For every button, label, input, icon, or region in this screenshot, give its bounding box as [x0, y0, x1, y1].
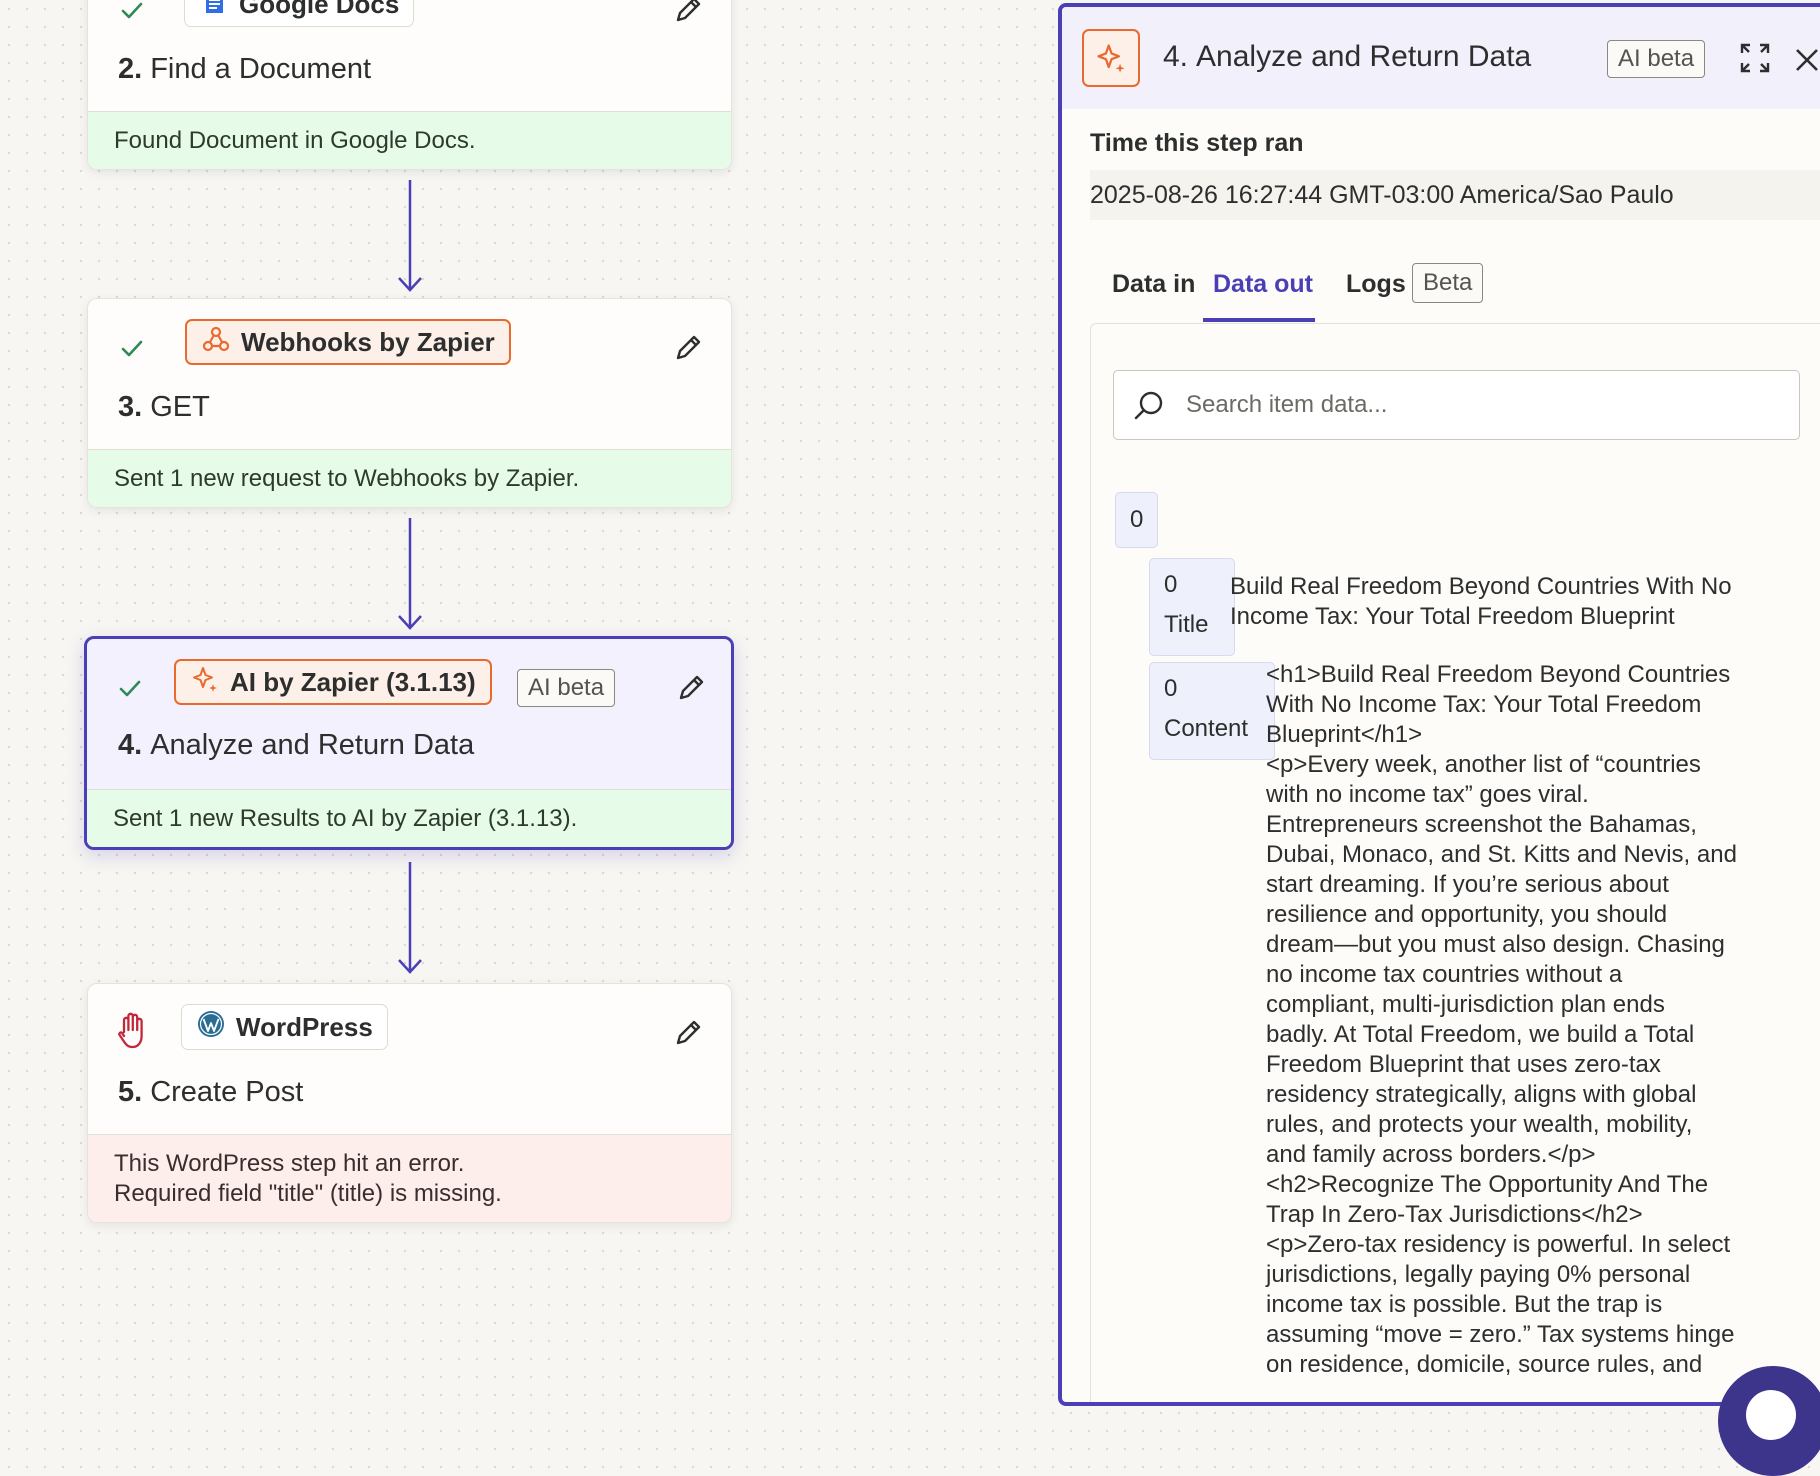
app-chip-label: Google Docs: [239, 0, 400, 19]
edit-pencil-icon[interactable]: [671, 331, 705, 365]
step-status-message: Sent 1 new Results to AI by Zapier (3.1.…: [87, 789, 731, 847]
success-check-icon: [118, 0, 146, 25]
step-card-find-document[interactable]: Google Docs 2. Find a Document Found Docu…: [87, 0, 732, 170]
step-name: Find a Document: [150, 53, 372, 85]
step-error-message: This WordPress step hit an error. Requir…: [88, 1134, 731, 1222]
app-chip-label: AI by Zapier (3.1.13): [230, 666, 476, 697]
search-item-data-input[interactable]: [1184, 371, 1788, 439]
step-title: 3. GET: [118, 391, 210, 424]
connector-arrow: [395, 518, 425, 633]
step-card-create-post[interactable]: WordPress 5. Create Post This WordPress s…: [87, 983, 732, 1223]
connector-arrow: [395, 862, 425, 977]
step-title: 5. Create Post: [118, 1076, 303, 1109]
step-number: 2.: [118, 53, 143, 85]
field-key-content[interactable]: 0 Content: [1149, 662, 1275, 760]
field-key: Content: [1164, 715, 1249, 742]
step-status-message: Found Document in Google Docs.: [88, 111, 731, 169]
ai-sparkle-icon: [190, 664, 220, 701]
step-name: Create Post: [150, 1076, 304, 1108]
ai-beta-badge: AI beta: [517, 669, 616, 707]
step-name: GET: [150, 391, 210, 423]
time-ran-value: 2025-08-26 16:27:44 GMT-03:00 America/Sa…: [1090, 170, 1820, 220]
status-text: Sent 1 new request to Webhooks by Zapier…: [114, 464, 580, 492]
stop-hand-icon: [116, 1010, 150, 1050]
app-chip-webhooks[interactable]: Webhooks by Zapier: [185, 319, 511, 365]
data-out-content: 0 0 Title Build Real Freedom Beyond Coun…: [1090, 323, 1820, 1402]
panel-tabs: Data in Data out Logs Beta: [1090, 262, 1820, 322]
wordpress-icon: [196, 1009, 226, 1046]
field-value-title: Build Real Freedom Beyond Countries With…: [1230, 573, 1732, 630]
status-text: Sent 1 new Results to AI by Zapier (3.1.…: [113, 804, 578, 832]
step-title: 2. Find a Document: [118, 53, 371, 86]
connector-arrow: [395, 180, 425, 295]
field-value-content: <h1>Build Real Freedom Beyond Countries …: [1266, 661, 1737, 1378]
app-chip-label: Webhooks by Zapier: [241, 326, 495, 357]
field-index: 0: [1164, 571, 1178, 598]
logs-beta-badge: Beta: [1412, 263, 1484, 303]
tab-logs[interactable]: Logs: [1346, 270, 1406, 299]
close-icon[interactable]: [1794, 47, 1820, 73]
success-check-icon: [118, 335, 146, 363]
step-name: Analyze and Return Data: [150, 729, 475, 761]
field-index: 0: [1164, 675, 1178, 702]
root-index-chip[interactable]: 0: [1115, 492, 1159, 548]
panel-title: 4. Analyze and Return Data: [1163, 40, 1531, 74]
expand-icon[interactable]: [1738, 41, 1772, 75]
tab-data-in[interactable]: Data in: [1112, 270, 1195, 299]
ai-sparkle-icon: [1082, 29, 1140, 87]
ai-beta-badge: AI beta: [1607, 40, 1706, 78]
search-box[interactable]: [1113, 370, 1800, 440]
time-ran-label: Time this step ran: [1090, 129, 1304, 157]
search-icon: [1132, 389, 1166, 423]
tab-selected-underline: [1203, 318, 1315, 322]
field-key: Title: [1164, 611, 1209, 638]
error-text: This WordPress step hit an error.: [114, 1149, 465, 1177]
google-docs-icon: [199, 0, 229, 23]
panel-header: 4. Analyze and Return Data AI beta: [1062, 7, 1820, 109]
panel-step-name: Analyze and Return Data: [1196, 40, 1532, 73]
step-number: 4.: [118, 729, 143, 761]
step-title: 4. Analyze and Return Data: [118, 729, 474, 762]
help-chat-button[interactable]: [1718, 1366, 1820, 1476]
error-detail-text: Required field "title" (title) is missin…: [114, 1179, 502, 1207]
webhook-icon: [201, 324, 231, 361]
app-chip-google-docs[interactable]: Google Docs: [184, 0, 415, 27]
tab-data-out[interactable]: Data out: [1213, 270, 1313, 299]
edit-pencil-icon[interactable]: [671, 0, 705, 27]
app-chip-ai-by-zapier[interactable]: AI by Zapier (3.1.13): [174, 659, 492, 705]
success-check-icon: [116, 675, 144, 703]
edit-pencil-icon[interactable]: [671, 1016, 705, 1050]
step-status-message: Sent 1 new request to Webhooks by Zapier…: [88, 449, 731, 507]
step-detail-panel: 4. Analyze and Return Data AI beta Time t…: [1058, 3, 1820, 1406]
status-text: Found Document in Google Docs.: [114, 126, 476, 154]
panel-step-number: 4.: [1163, 40, 1189, 73]
step-number: 3.: [118, 391, 143, 423]
app-chip-label: WordPress: [236, 1011, 373, 1042]
field-key-title[interactable]: 0 Title: [1149, 558, 1235, 656]
step-card-analyze-return-data[interactable]: AI by Zapier (3.1.13) AI beta 4. Analyze …: [84, 636, 734, 850]
step-number: 5.: [118, 1076, 143, 1108]
edit-pencil-icon[interactable]: [674, 671, 708, 705]
step-card-get[interactable]: Webhooks by Zapier 3. GET Sent 1 new requ…: [87, 298, 732, 508]
app-chip-wordpress[interactable]: WordPress: [181, 1004, 388, 1050]
